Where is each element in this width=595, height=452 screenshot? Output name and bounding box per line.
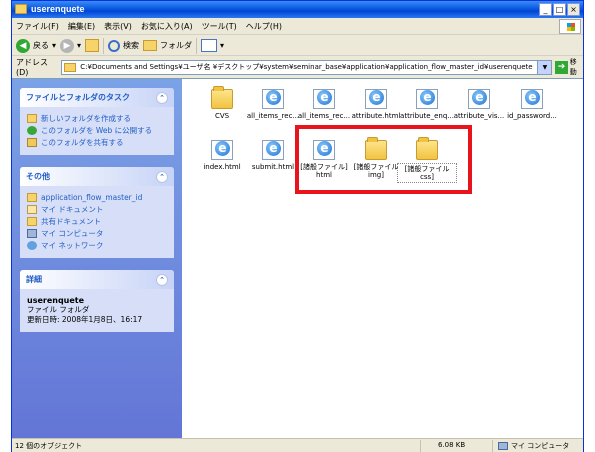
new-folder-icon [27, 113, 37, 123]
back-label: 戻る [33, 41, 49, 50]
menu-help[interactable]: ヘルプ(H) [246, 21, 282, 32]
task-pane: ファイルとフォルダのタスク ⌃ 新しいフォルダを作成する このフォルダを Web… [12, 79, 182, 439]
total-size: 6.08 KB [420, 440, 490, 452]
html-file-icon [313, 89, 335, 109]
task-new-folder[interactable]: 新しいフォルダを作成する [27, 112, 167, 124]
address-path: C:¥Documents and Settings¥ユーザ名 ¥デスクトップ¥s… [80, 63, 533, 71]
folder-icon [27, 192, 37, 202]
back-arrow-icon: ◀ [16, 38, 30, 53]
html-file-icon [468, 89, 490, 109]
window-title: userenquete [31, 4, 85, 14]
address-bar: アドレス(D) C:¥Documents and Settings¥ユーザ名 ¥… [12, 57, 583, 77]
address-dropdown-icon[interactable]: ▼ [537, 60, 552, 74]
zone-label: マイ コンピュータ [511, 442, 570, 450]
forward-button[interactable]: ▶ ▾ [60, 38, 82, 53]
my-network-icon [27, 240, 37, 250]
highlight-box [295, 125, 472, 194]
back-button[interactable]: ◀ 戻る ▾ [16, 38, 57, 53]
search-icon [108, 39, 121, 52]
toolbar: ◀ 戻る ▾ ▶ ▾ 検索 フォルダ ▾ [12, 36, 583, 56]
title-bar[interactable]: userenquete _ □ × [12, 1, 583, 18]
place-my-computer[interactable]: マイ コンピュータ [27, 227, 167, 239]
my-computer-icon [27, 228, 37, 238]
html-file-icon [521, 89, 543, 109]
task-publish-web[interactable]: このフォルダを Web に公開する [27, 124, 167, 136]
menu-tools[interactable]: ツール(T) [202, 21, 237, 32]
panel-title: その他 [26, 172, 50, 181]
details-modified: 更新日時: 2008年1月8日、16:17 [27, 315, 143, 324]
file-item[interactable]: attribute_enq... [397, 89, 457, 120]
collapse-icon[interactable]: ⌃ [156, 170, 168, 183]
chevron-down-icon: ▾ [77, 41, 82, 50]
close-button[interactable]: × [567, 3, 580, 16]
object-count: 12 個のオブジェクト [15, 442, 83, 450]
place-my-network[interactable]: マイ ネットワーク [27, 239, 167, 251]
status-bar: 12 個のオブジェクト 6.08 KB マイ コンピュータ [12, 438, 583, 452]
zone-indicator: マイ コンピュータ [492, 440, 580, 452]
panel-header[interactable]: ファイルとフォルダのタスク ⌃ [20, 88, 174, 107]
address-field[interactable]: C:¥Documents and Settings¥ユーザ名 ¥デスクトップ¥s… [61, 59, 553, 75]
panel-header[interactable]: その他 ⌃ [20, 167, 174, 186]
folder-icon [211, 86, 233, 109]
folder-icon [143, 40, 158, 51]
html-file-icon [262, 140, 284, 160]
task-share-folder[interactable]: このフォルダを共有する [27, 136, 167, 148]
html-file-icon [262, 89, 284, 109]
share-icon [27, 137, 37, 147]
collapse-icon[interactable]: ⌃ [156, 91, 168, 104]
folders-label: フォルダ [160, 41, 193, 50]
forward-arrow-icon: ▶ [60, 38, 75, 53]
search-button[interactable]: 検索 [108, 39, 140, 52]
chevron-down-icon: ▾ [220, 41, 225, 50]
place-parent-folder[interactable]: application_flow_master_id [27, 191, 167, 203]
file-tasks-panel: ファイルとフォルダのタスク ⌃ 新しいフォルダを作成する このフォルダを Web… [20, 88, 174, 155]
details-name: userenquete [27, 296, 85, 305]
details-panel: 詳細 ⌃ userenquete ファイル フォルダ 更新日時: 2008年1月… [20, 270, 174, 332]
panel-header[interactable]: 詳細 ⌃ [20, 270, 174, 289]
go-arrow-icon: ➔ [555, 60, 568, 74]
panel-title: ファイルとフォルダのタスク [26, 93, 130, 102]
other-places-panel: その他 ⌃ application_flow_master_id マイ ドキュメ… [20, 167, 174, 258]
chevron-down-icon: ▾ [52, 41, 57, 50]
menu-favorites[interactable]: お気に入り(A) [141, 21, 193, 32]
file-item[interactable]: attribute_vis... [449, 89, 509, 120]
menu-view[interactable]: 表示(V) [104, 21, 132, 32]
explorer-window: userenquete _ □ × ファイル(F) 編集(E) 表示(V) お気… [11, 0, 584, 452]
place-my-documents[interactable]: マイ ドキュメント [27, 203, 167, 215]
maximize-button[interactable]: □ [553, 3, 566, 16]
address-label: アドレス(D) [16, 58, 48, 77]
folders-button[interactable]: フォルダ [143, 40, 192, 51]
shared-documents-icon [27, 216, 37, 226]
content-area: ファイルとフォルダのタスク ⌃ 新しいフォルダを作成する このフォルダを Web… [12, 78, 583, 439]
my-computer-icon [498, 442, 508, 450]
place-shared-documents[interactable]: 共有ドキュメント [27, 215, 167, 227]
html-file-icon [211, 140, 233, 160]
web-publish-icon [27, 125, 37, 135]
file-item[interactable]: id_password... [502, 89, 562, 120]
menu-edit[interactable]: 編集(E) [68, 21, 95, 32]
html-file-icon [416, 89, 438, 109]
my-documents-icon [27, 204, 37, 214]
minimize-button[interactable]: _ [539, 3, 552, 16]
up-folder-icon[interactable] [85, 39, 100, 52]
go-label: 移動 [569, 58, 577, 76]
search-label: 検索 [123, 41, 140, 50]
folder-icon [15, 4, 27, 14]
file-list: CVS all_items_rec... all_items_rec... at… [182, 79, 583, 439]
menu-bar: ファイル(F) 編集(E) 表示(V) お気に入り(A) ツール(T) ヘルプ(… [12, 18, 583, 35]
folder-icon [64, 62, 77, 72]
collapse-icon[interactable]: ⌃ [156, 273, 168, 286]
html-file-icon [365, 89, 387, 109]
panel-title: 詳細 [26, 275, 42, 284]
windows-logo-icon [559, 19, 581, 34]
details-type: ファイル フォルダ [27, 305, 90, 314]
go-button[interactable]: ➔ 移動 [555, 57, 583, 77]
views-icon [201, 39, 218, 52]
views-button[interactable]: ▾ [201, 39, 224, 52]
file-item[interactable]: all_items_rec... [294, 89, 354, 120]
menu-file[interactable]: ファイル(F) [16, 21, 59, 32]
